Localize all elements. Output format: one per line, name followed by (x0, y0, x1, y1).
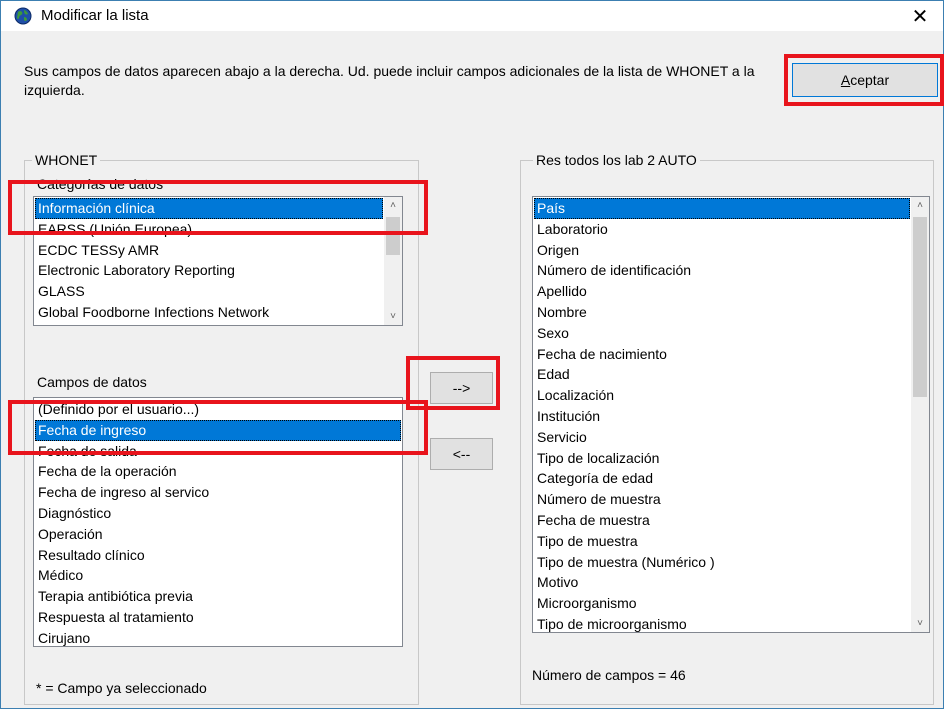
selected-fields-items: País Laboratorio Origen Número de identific… (534, 198, 910, 632)
available-field-list-item[interactable]: Respuesta al tratamiento (35, 607, 401, 628)
selected-field-list-item[interactable]: Laboratorio (534, 219, 910, 240)
add-field-button[interactable]: --> (430, 372, 493, 404)
selected-field-list-item[interactable]: Institución (534, 406, 910, 427)
category-list-item[interactable]: ECDC TESSy AMR (35, 240, 383, 261)
available-field-list-item[interactable]: Cirujano (35, 628, 401, 646)
selected-field-list-item[interactable]: Origen (534, 240, 910, 261)
fields-label: Campos de datos (37, 374, 147, 390)
selected-field-list-item[interactable]: Localización (534, 385, 910, 406)
selected-fields-scrollbar[interactable]: ˄ ˅ (911, 197, 929, 632)
field-count-text: Número de campos = 46 (532, 667, 686, 683)
accept-button-label: Aceptar (840, 72, 890, 88)
selected-field-list-item[interactable]: Microorganismo (534, 593, 910, 614)
selected-field-list-item[interactable]: Edad (534, 364, 910, 385)
chevron-down-icon[interactable]: ˅ (911, 615, 929, 632)
category-list-item[interactable]: Electronic Laboratory Reporting (35, 260, 383, 281)
category-list-item[interactable]: Global Foodborne Infections Network (35, 302, 383, 323)
selected-field-list-item[interactable]: Fecha de nacimiento (534, 344, 910, 365)
available-field-list-item[interactable]: Fecha de ingreso (35, 419, 401, 441)
categories-scrollbar[interactable]: ˄ ˅ (384, 197, 402, 325)
available-field-list-item[interactable]: (Definido por el usuario...) (35, 399, 401, 420)
chevron-up-icon[interactable]: ˄ (911, 197, 929, 214)
whonet-group-legend: WHONET (32, 152, 101, 168)
selected-fields-legend: Res todos los lab 2 AUTO (533, 152, 700, 168)
selected-field-list-item[interactable]: Apellido (534, 281, 910, 302)
selected-fields-listbox[interactable]: País Laboratorio Origen Número de identific… (532, 196, 930, 633)
available-fields-listbox[interactable]: (Definido por el usuario...) Fecha de ing… (33, 397, 403, 647)
remove-field-button[interactable]: <-- (430, 438, 493, 470)
selected-field-list-item[interactable]: Fecha de muestra (534, 510, 910, 531)
globe-icon (14, 7, 32, 25)
selected-field-list-item[interactable]: Tipo de localización (534, 448, 910, 469)
selected-field-list-item[interactable]: Número de identificación (534, 260, 910, 281)
selected-field-list-item[interactable]: Nombre (534, 302, 910, 323)
available-field-list-item[interactable]: Diagnóstico (35, 503, 401, 524)
category-list-item[interactable]: Información clínica (35, 198, 383, 219)
close-button[interactable]: ✕ (897, 1, 943, 31)
chevron-up-icon[interactable]: ˄ (384, 197, 402, 214)
available-field-list-item[interactable]: Operación (35, 524, 401, 545)
categories-items: Información clínica EARSS (Unión Europea)… (35, 198, 383, 323)
available-field-list-item[interactable]: Fecha de salida (35, 441, 401, 462)
selected-field-list-item[interactable]: País (534, 198, 910, 219)
available-fields-items: (Definido por el usuario...) Fecha de ing… (35, 399, 401, 646)
selected-field-list-item[interactable]: Número de muestra (534, 489, 910, 510)
selected-field-list-item[interactable]: Tipo de microorganismo (534, 614, 910, 632)
title-bar: Modificar la lista ✕ (1, 1, 943, 31)
available-field-list-item[interactable]: Médico (35, 565, 401, 586)
available-field-list-item[interactable]: Fecha de ingreso al servico (35, 482, 401, 503)
available-field-list-item[interactable]: Terapia antibiótica previa (35, 586, 401, 607)
selected-field-list-item[interactable]: Tipo de muestra (534, 531, 910, 552)
instructions-text: Sus campos de datos aparecen abajo a la … (24, 63, 755, 98)
selected-field-list-item[interactable]: Categoría de edad (534, 468, 910, 489)
chevron-down-icon[interactable]: ˅ (384, 308, 402, 325)
window-title: Modificar la lista (41, 7, 149, 24)
selected-field-list-item[interactable]: Servicio (534, 427, 910, 448)
category-list-item[interactable]: GLASS (35, 281, 383, 302)
accept-button[interactable]: Aceptar (792, 63, 938, 97)
selected-field-list-item[interactable]: Tipo de muestra (Numérico ) (534, 552, 910, 573)
categories-listbox[interactable]: Información clínica EARSS (Unión Europea)… (33, 196, 403, 326)
close-icon: ✕ (911, 5, 929, 28)
selected-field-list-item[interactable]: Motivo (534, 572, 910, 593)
categories-label: Categorías de datos (37, 176, 164, 192)
category-list-item[interactable]: EARSS (Unión Europea) (35, 219, 383, 240)
selected-fields-scroll-thumb[interactable] (913, 217, 927, 397)
categories-scroll-thumb[interactable] (386, 217, 400, 255)
available-field-list-item[interactable]: Resultado clínico (35, 545, 401, 566)
available-field-list-item[interactable]: Fecha de la operación (35, 461, 401, 482)
selected-field-list-item[interactable]: Sexo (534, 323, 910, 344)
footnote-text: * = Campo ya seleccionado (36, 680, 207, 696)
